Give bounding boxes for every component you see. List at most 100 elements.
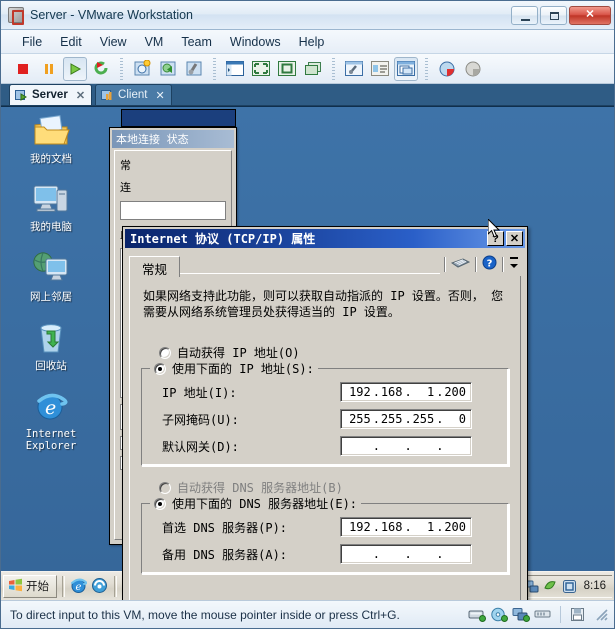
desktop-icon-my-documents[interactable]: 我的文档 xyxy=(9,113,93,165)
alternate-dns-field[interactable]: . . . xyxy=(340,544,472,564)
tabbar-filler xyxy=(180,273,440,275)
default-gateway-field[interactable]: . . . xyxy=(340,436,472,456)
svg-text:?: ? xyxy=(487,258,493,269)
unity-icon[interactable] xyxy=(301,57,325,81)
desktop-icon-label: Internet Explorer xyxy=(25,428,77,452)
minimize-button[interactable] xyxy=(511,5,538,25)
tcpip-properties-dialog[interactable]: Internet 协议 (TCP/IP) 属性 ? ✕ 常规 ? 如果网络支持此… xyxy=(122,226,528,600)
floppy-status-icon[interactable] xyxy=(570,607,587,622)
desktop-quicklaunch-icon[interactable] xyxy=(91,577,109,595)
radio-use-following-ip[interactable]: 使用下面的 IP 地址(S): xyxy=(150,360,318,377)
tab-client[interactable]: Client ✕ xyxy=(95,84,172,105)
menu-file[interactable]: File xyxy=(13,33,51,51)
vmware-tools-tray-icon[interactable] xyxy=(562,579,577,594)
start-button[interactable]: 开始 xyxy=(3,574,57,598)
dialog-help-button[interactable]: ? xyxy=(487,231,504,246)
subnet-mask-row: 子网掩码(U): 255. 255. 255. 0 xyxy=(162,409,498,429)
keyboard-icon[interactable] xyxy=(450,255,471,274)
suspend-icon[interactable] xyxy=(37,57,61,81)
desktop-icon-label: 回收站 xyxy=(35,360,67,372)
radio-use-following-dns[interactable]: 使用下面的 DNS 服务器地址(E): xyxy=(150,495,362,512)
spinner-icon[interactable] xyxy=(509,254,519,274)
ip-address-field[interactable]: 192. 168. 1. 200 xyxy=(340,382,472,402)
desktop-icon-label: 我的文档 xyxy=(30,153,72,165)
antivirus-tray-icon[interactable] xyxy=(543,579,558,594)
desktop-icon-recycle-bin[interactable]: 回收站 xyxy=(9,320,93,372)
maximize-button[interactable] xyxy=(540,5,567,25)
ip-octet-3: 255 xyxy=(412,412,435,426)
tab-client-label: Client xyxy=(118,89,148,101)
status-separator xyxy=(560,606,561,623)
close-button[interactable]: ✕ xyxy=(569,5,611,25)
desktop-icon-internet-explorer[interactable]: e Internet Explorer xyxy=(9,388,93,452)
background-window-sliver xyxy=(121,109,236,127)
tab-general[interactable]: 常规 xyxy=(129,256,181,277)
lan-status-title: 本地连接 状态 xyxy=(116,133,189,146)
menu-help[interactable]: Help xyxy=(290,33,334,51)
ip-octet-4: 0 xyxy=(458,412,466,426)
snapshot-manager-icon[interactable] xyxy=(182,57,206,81)
ip-octet-1: 255 xyxy=(349,412,371,426)
window-titlebar: Server - VMware Workstation ✕ xyxy=(1,1,614,30)
usb-status-icon[interactable] xyxy=(534,607,551,622)
ie-quicklaunch-icon[interactable]: e xyxy=(70,577,88,595)
desktop-icon-network-places[interactable]: 网上邻居 xyxy=(9,251,93,303)
power-off-icon[interactable] xyxy=(11,57,35,81)
vm-tab-strip: Server ✕ Client ✕ xyxy=(1,84,614,106)
help-circle-icon[interactable]: ? xyxy=(482,255,497,274)
ip-octet-4: 200 xyxy=(444,520,466,534)
reset-icon[interactable] xyxy=(89,57,113,81)
tab-server[interactable]: Server ✕ xyxy=(9,84,93,105)
taskbar-divider xyxy=(114,575,117,597)
radio-obtain-ip-auto[interactable]: 自动获得 IP 地址(O) xyxy=(159,344,509,361)
ip-dot: . xyxy=(372,547,380,561)
console-view-icon[interactable] xyxy=(394,56,418,81)
taskbar-divider xyxy=(62,575,65,597)
radio-obtain-dns-auto[interactable]: 自动获得 DNS 服务器地址(B) xyxy=(159,479,509,496)
hard-disk-status-icon[interactable] xyxy=(468,607,486,622)
settings-icon[interactable] xyxy=(342,57,366,81)
guest-os-screen[interactable]: 我的文档 我的电脑 网上邻居 回收站 e Internet Explorer 本… xyxy=(1,106,614,600)
menu-vm[interactable]: VM xyxy=(136,33,173,51)
team-icon[interactable] xyxy=(461,57,485,81)
desktop-icon-my-computer[interactable]: 我的电脑 xyxy=(9,181,93,233)
alternate-dns-label: 备用 DNS 服务器(A): xyxy=(162,547,288,562)
ip-dot: . xyxy=(436,547,444,561)
dialog-title: Internet 协议 (TCP/IP) 属性 xyxy=(130,232,316,246)
recycle-icon xyxy=(31,320,71,358)
power-on-icon[interactable] xyxy=(63,56,87,81)
tab-server-close-icon[interactable]: ✕ xyxy=(76,89,85,102)
summary-icon[interactable] xyxy=(368,57,392,81)
menu-windows[interactable]: Windows xyxy=(221,33,290,51)
desktop-icon-label: 网上邻居 xyxy=(30,291,72,303)
dialog-titlebar: Internet 协议 (TCP/IP) 属性 ? ✕ xyxy=(125,229,525,248)
radio-obtain-dns-auto-indicator xyxy=(159,481,171,494)
quick-switch-icon[interactable] xyxy=(275,57,299,81)
ip-octet-2: 168 xyxy=(380,385,403,399)
radio-use-following-dns-indicator xyxy=(154,497,166,510)
alternate-dns-row: 备用 DNS 服务器(A): . . . xyxy=(162,544,498,564)
network-adapter-status-icon[interactable] xyxy=(512,607,530,622)
menu-team[interactable]: Team xyxy=(172,33,221,51)
dialog-close-button[interactable]: ✕ xyxy=(506,231,523,246)
menu-edit[interactable]: Edit xyxy=(51,33,91,51)
dialog-description: 如果网络支持此功能，则可以获取自动指派的 IP 设置。否则， 您需要从网络系统管… xyxy=(143,289,504,319)
svg-text:e: e xyxy=(76,582,82,593)
fullscreen-icon[interactable] xyxy=(249,57,273,81)
snapshot-take-icon[interactable] xyxy=(130,57,154,81)
tabstrip-separator xyxy=(475,256,477,272)
menu-view[interactable]: View xyxy=(91,33,136,51)
tabstrip-icon-group: ? xyxy=(440,254,521,276)
tabstrip-separator xyxy=(502,256,504,272)
cd-drive-status-icon[interactable] xyxy=(490,607,508,622)
subnet-mask-field[interactable]: 255. 255. 255. 0 xyxy=(340,409,472,429)
lan-status-titlebar: 本地连接 状态 xyxy=(112,130,234,148)
show-sidebar-icon[interactable] xyxy=(223,57,247,81)
menu-bar: File Edit View VM Team Windows Help xyxy=(1,30,614,54)
preferred-dns-field[interactable]: 192. 168. 1. 200 xyxy=(340,517,472,537)
clone-icon[interactable] xyxy=(435,57,459,81)
tabstrip-separator xyxy=(444,256,446,272)
snapshot-revert-icon[interactable] xyxy=(156,57,180,81)
tab-client-close-icon[interactable]: ✕ xyxy=(155,89,164,102)
resize-grip-icon[interactable] xyxy=(595,608,608,621)
